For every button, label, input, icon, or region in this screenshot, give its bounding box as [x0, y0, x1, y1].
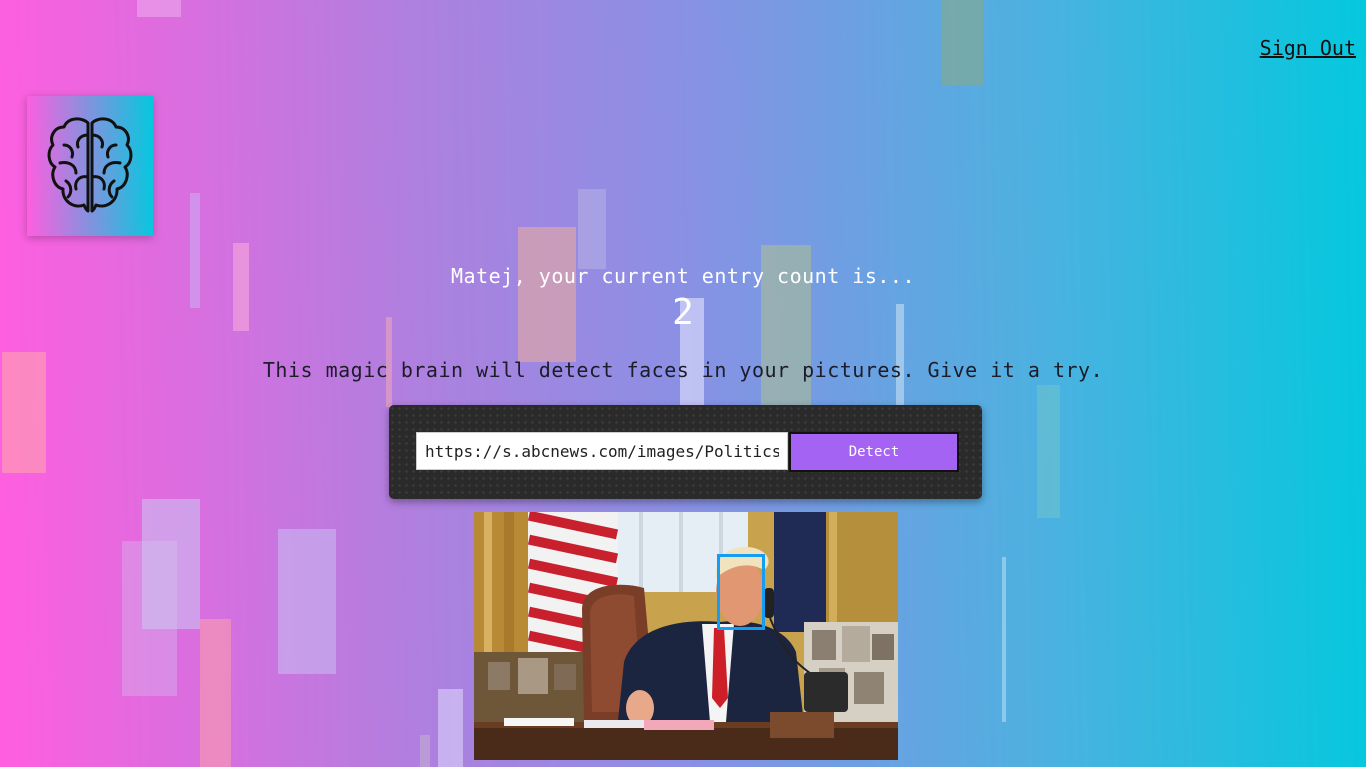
- result-photo: [474, 512, 898, 760]
- image-url-input[interactable]: [416, 432, 788, 470]
- image-url-form: Detect: [389, 405, 982, 499]
- brain-icon: [47, 117, 133, 213]
- entry-count-greeting: Matej, your current entry count is...: [450, 264, 916, 288]
- sign-out-link[interactable]: Sign Out: [1260, 36, 1356, 60]
- face-detection-image: [474, 512, 898, 760]
- app-description: This magic brain will detect faces in yo…: [262, 358, 1104, 382]
- detect-button[interactable]: Detect: [789, 432, 959, 472]
- logo-tile: [27, 96, 153, 236]
- entry-count-value: 2: [672, 292, 694, 333]
- face-bounding-box: [717, 554, 765, 630]
